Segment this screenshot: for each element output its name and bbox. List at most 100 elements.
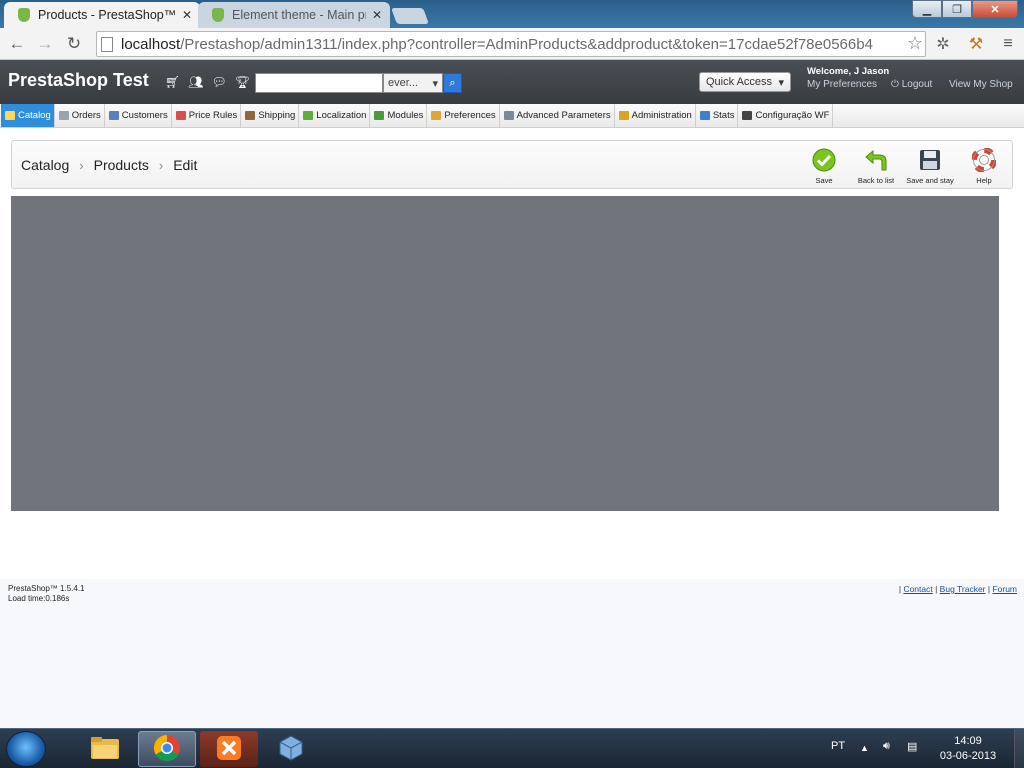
menu-label: Configuração WF — [755, 110, 830, 121]
back-arrow-icon — [863, 147, 889, 173]
menu-item-catalog[interactable]: Catalog — [1, 104, 55, 127]
system-clock[interactable]: 14:09 03-06-2013 — [935, 734, 1001, 764]
price-rules-icon — [175, 111, 186, 120]
windows-taskbar: PT ▲ 🔊︎ ▤ 14:09 03-06-2013 — [0, 728, 1024, 768]
content-loading-overlay — [11, 196, 999, 511]
save-and-stay-button[interactable]: Save and stay — [904, 147, 956, 185]
wrench-icon — [503, 111, 514, 120]
view-shop-link[interactable]: View My Shop — [949, 79, 1013, 90]
save-button[interactable]: Save — [798, 147, 850, 185]
window-close-button[interactable]: ✕ — [972, 0, 1018, 18]
close-icon[interactable]: ✕ — [182, 8, 192, 22]
search-scope-label: ever... — [388, 77, 418, 89]
menu-label: Shipping — [258, 110, 296, 121]
menu-label: Modules — [387, 110, 424, 121]
menu-item-advanced-parameters[interactable]: Advanced Parameters — [500, 104, 615, 127]
floppy-disk-icon — [917, 147, 943, 173]
back-arrow-icon[interactable]: ← — [6, 33, 28, 55]
menu-item-price-rules[interactable]: Price Rules — [172, 104, 242, 127]
maximize-button[interactable]: ❐ — [942, 0, 972, 18]
extension-bug-icon[interactable]: ✲ — [933, 34, 953, 54]
back-label: Back to list — [857, 176, 895, 185]
virtualbox-taskbar-button[interactable] — [262, 731, 320, 767]
preferences-icon — [431, 111, 442, 120]
logout-link[interactable]: ⏻ Logout — [891, 79, 932, 90]
orders-icon — [58, 111, 69, 120]
forward-arrow-icon[interactable]: → — [34, 33, 56, 55]
help-button[interactable]: Help — [958, 147, 1010, 185]
load-time-text: Load time:0.186s — [8, 594, 70, 603]
search-input[interactable] — [255, 73, 383, 93]
menu-item-administration[interactable]: Administration — [615, 104, 696, 127]
search-button[interactable]: ⌕ — [443, 73, 462, 93]
extension-tool-icon[interactable]: ⚒ — [966, 34, 986, 54]
contact-link[interactable]: Contact — [903, 584, 932, 594]
footer-links: | Contact | Bug Tracker | Forum — [898, 584, 1017, 594]
customers-icon — [108, 111, 119, 120]
show-desktop-button[interactable] — [1014, 729, 1024, 768]
quick-access-label: Quick Access — [706, 76, 773, 88]
menu-label: Preferences — [444, 110, 496, 121]
truck-icon — [245, 111, 256, 120]
new-tab-button[interactable] — [391, 8, 429, 24]
messages-icon[interactable]: 💬︎ — [211, 75, 226, 89]
menu-label: Catalog — [18, 110, 51, 121]
menu-item-modules[interactable]: Modules — [370, 104, 428, 127]
footer: PrestaShop™ 1.5.4.1 Load time:0.186s | C… — [0, 579, 1024, 728]
close-icon[interactable]: ✕ — [372, 8, 382, 22]
minimize-button[interactable]: ▁ — [912, 0, 942, 18]
explorer-taskbar-button[interactable] — [76, 731, 134, 767]
shop-name[interactable]: PrestaShop Test — [8, 70, 149, 91]
menu-item-orders[interactable]: Orders — [55, 104, 105, 127]
start-button[interactable] — [6, 731, 46, 767]
menu-item-configuracao-wf[interactable]: Configuração WF — [738, 104, 834, 127]
welcome-text: Welcome, J Jason — [807, 66, 890, 77]
menu-item-customers[interactable]: Customers — [105, 104, 172, 127]
browser-tab-products[interactable]: Products - PrestaShop™ ✕ — [4, 2, 200, 28]
bug-tracker-link[interactable]: Bug Tracker — [940, 584, 986, 594]
customers-icon[interactable]: 👥︎ — [188, 75, 203, 89]
cart-icon[interactable]: 🛒︎ — [165, 75, 180, 89]
folder-icon — [90, 735, 120, 764]
my-preferences-link[interactable]: My Preferences — [807, 79, 877, 90]
tab-title: Element theme - Main pro — [232, 8, 366, 22]
url-path: /Prestashop/admin1311/index.php?controll… — [180, 35, 873, 53]
xampp-taskbar-button[interactable] — [200, 731, 258, 767]
menu-label: Orders — [71, 110, 101, 121]
breadcrumb-catalog[interactable]: Catalog — [21, 157, 69, 173]
breadcrumb-products[interactable]: Products — [94, 157, 149, 173]
checkmark-icon — [811, 147, 837, 173]
menu-label: Administration — [631, 110, 692, 121]
cube-icon — [277, 734, 305, 765]
breadcrumb: Catalog › Products › Edit — [21, 157, 197, 173]
menu-item-shipping[interactable]: Shipping — [241, 104, 300, 127]
language-indicator[interactable]: PT — [831, 740, 845, 752]
chrome-taskbar-button[interactable] — [138, 731, 196, 767]
menu-item-preferences[interactable]: Preferences — [427, 104, 500, 127]
page-icon — [101, 36, 113, 52]
back-to-list-button[interactable]: Back to list — [850, 147, 902, 185]
forum-link[interactable]: Forum — [992, 584, 1017, 594]
window-controls: ▁ ❐ ✕ — [912, 0, 1018, 18]
admin-header: PrestaShop Test 🛒︎ 👥︎ 💬︎ 🏆︎ ever... ▾ ⌕ … — [0, 60, 1024, 104]
lifebuoy-icon — [971, 147, 997, 173]
trophy-icon[interactable]: 🏆︎ — [235, 75, 250, 89]
menu-item-localization[interactable]: Localization — [299, 104, 371, 127]
show-hidden-icons-icon[interactable]: ▲ — [860, 743, 869, 753]
search-scope-select[interactable]: ever... ▾ — [383, 73, 443, 93]
address-bar[interactable]: localhost/Prestashop/admin1311/index.php… — [96, 31, 926, 57]
reload-icon[interactable]: ↻ — [63, 33, 85, 55]
quick-access-select[interactable]: Quick Access ▾ — [699, 72, 791, 92]
browser-tab-element-theme[interactable]: Element theme - Main pro ✕ — [198, 2, 390, 28]
tab-title: Products - PrestaShop™ — [38, 8, 176, 22]
volume-icon[interactable]: 🔊︎ — [883, 740, 890, 753]
menu-item-stats[interactable]: Stats — [696, 104, 739, 127]
browser-titlebar: Products - PrestaShop™ ✕ Element theme -… — [0, 0, 1024, 28]
chrome-menu-icon[interactable]: ≡ — [998, 34, 1018, 54]
network-icon[interactable]: ▤ — [907, 740, 917, 753]
logout-label: Logout — [901, 79, 933, 90]
url-host: localhost — [121, 35, 181, 53]
document-icon — [742, 111, 753, 120]
bookmark-star-icon[interactable]: ☆ — [904, 33, 923, 54]
prestashop-favicon-icon — [18, 8, 30, 22]
